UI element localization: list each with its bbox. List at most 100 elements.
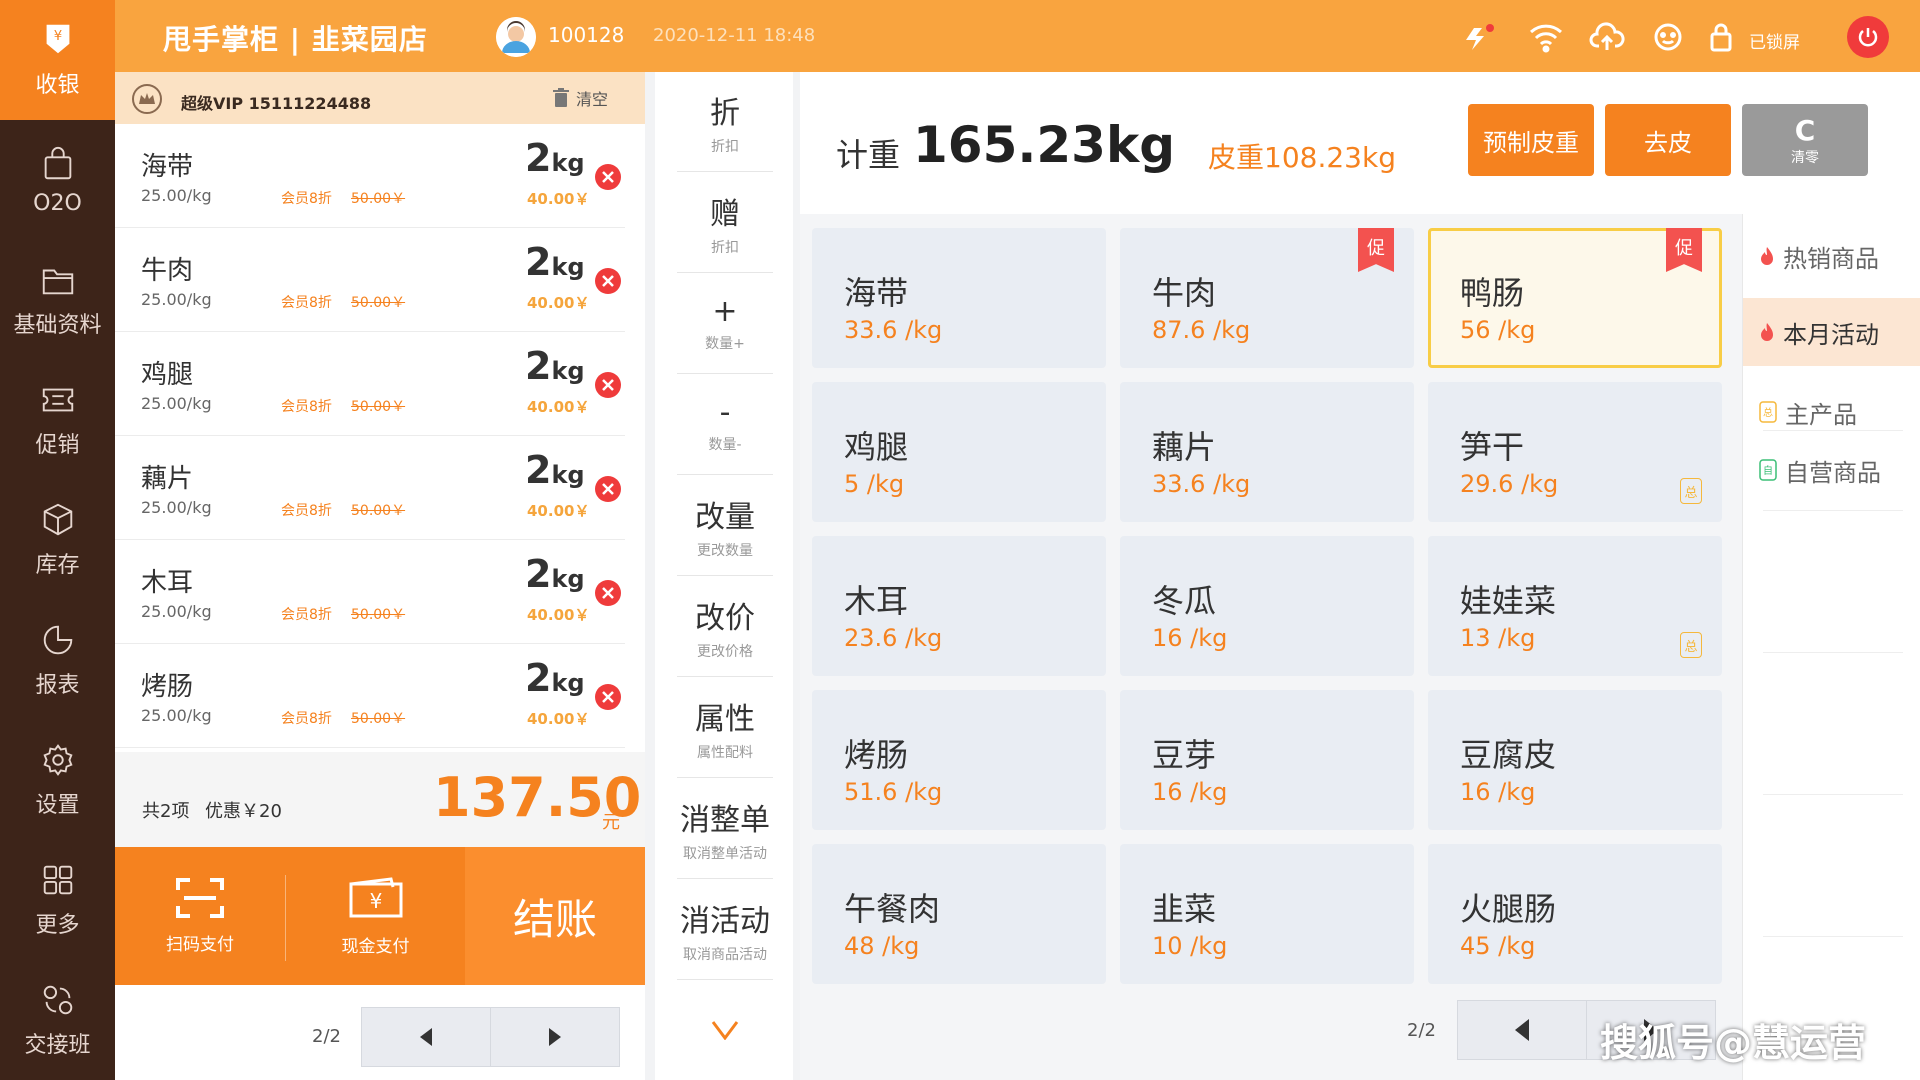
crown-icon [132,84,162,114]
product-card[interactable]: 冬瓜 16 /kg [1120,536,1414,676]
vip-info: 超级VIP 15111224488 [181,94,372,113]
remove-item-button[interactable] [595,684,621,710]
clear-button[interactable]: 清空 [552,86,608,110]
cancel-item-promo-button[interactable]: 消活动 取消商品活动 [677,880,773,980]
checkout-button[interactable]: 结账 [465,847,645,985]
divider [1763,510,1903,511]
cloud-upload-icon[interactable] [1589,20,1625,54]
product-card[interactable]: 豆芽 16 /kg [1120,690,1414,830]
order-item-name: 烤肠 [141,672,194,702]
power-icon [1858,28,1878,47]
product-card[interactable]: 牛肉 87.6 /kg 促 [1120,228,1414,368]
product-card[interactable]: 笋干 29.6 /kg 总 [1428,382,1722,522]
close-icon [602,275,614,287]
qty-minus-button[interactable]: - 数量- [677,375,773,475]
more-actions-button[interactable] [677,1000,773,1060]
svg-text:总: 总 [1763,406,1773,419]
order-next-page-button[interactable] [490,1007,620,1067]
nav-cashier[interactable]: ¥ 收银 [0,0,115,120]
product-card[interactable]: 韭菜 10 /kg [1120,844,1414,984]
zero-button[interactable]: C 清零 [1742,104,1868,176]
remove-item-button[interactable] [595,164,621,190]
order-item[interactable]: 牛肉 25.00/kg 会员8折 50.00￥ 2kg 40.00￥ [115,228,625,332]
vip-bar: 超级VIP 15111224488 清空 [115,72,645,124]
nav-reports[interactable]: 报表 [0,600,115,720]
attributes-button[interactable]: 属性 属性配料 [677,678,773,778]
category-monthly-promo[interactable]: 本月活动 [1743,298,1920,366]
order-item-qty: 2kg [525,552,585,596]
order-panel: 超级VIP 15111224488 清空 海带 25.00/kg 会员8折 50… [115,72,645,1080]
order-item-total: 40.00￥ [527,190,590,208]
order-prev-page-button[interactable] [361,1007,491,1067]
product-card[interactable]: 鸡腿 5 /kg [812,382,1106,522]
order-item[interactable]: 藕片 25.00/kg 会员8折 50.00￥ 2kg 40.00￥ [115,436,625,540]
trash-icon [553,88,569,107]
nav-promotion[interactable]: 促销 [0,360,115,480]
nav-handover[interactable]: 交接班 [0,960,115,1080]
power-button[interactable] [1847,16,1889,58]
category-hot-sales[interactable]: 热销商品 [1743,222,1920,290]
action-column: 折 折扣 赠 折扣 + 数量+ - 数量- 改量 更改数量 改价 更改价格 属性… [655,72,793,1080]
avatar[interactable] [496,17,536,57]
order-item-discount: 会员8折 [281,191,332,207]
nav-more[interactable]: 更多 [0,840,115,960]
chat-icon[interactable] [1650,20,1686,54]
order-item-old-price: 50.00￥ [351,191,406,207]
grid-prev-page-button[interactable] [1457,1000,1587,1060]
sync-icon[interactable] [1460,20,1496,54]
remove-item-button[interactable] [595,476,621,502]
product-card[interactable]: 海带 33.6 /kg [812,228,1106,368]
order-item[interactable]: 海带 25.00/kg 会员8折 50.00￥ 2kg 40.00￥ [115,124,625,228]
product-card[interactable]: 木耳 23.6 /kg [812,536,1106,676]
qty-plus-button[interactable]: + 数量+ [677,274,773,374]
nav-basic-data[interactable]: 基础资料 [0,240,115,360]
tare-weight: 皮重108.23kg [1208,141,1396,174]
order-item-total: 40.00￥ [527,398,590,416]
product-card[interactable]: 火腿肠 45 /kg [1428,844,1722,984]
remove-item-button[interactable] [595,268,621,294]
datetime: 2020-12-11 18:48 [653,25,816,46]
clear-label: 清空 [576,90,609,109]
order-item-old-price: 50.00￥ [351,399,406,415]
nav-inventory[interactable]: 库存 [0,480,115,600]
nav-o2o[interactable]: O2O [0,120,115,240]
product-card[interactable]: 娃娃菜 13 /kg 总 [1428,536,1722,676]
flame-icon [1761,323,1773,341]
order-item[interactable]: 木耳 25.00/kg 会员8折 50.00￥ 2kg 40.00￥ [115,540,625,644]
order-item-unit-price: 25.00/kg [141,290,212,309]
lock-status[interactable]: 已锁屏 [1749,28,1800,53]
change-price-button[interactable]: 改价 更改价格 [677,577,773,677]
order-item[interactable]: 烤肠 25.00/kg 会员8折 50.00￥ 2kg 40.00￥ [115,644,625,748]
gift-action-button[interactable]: 赠 折扣 [677,173,773,273]
order-item-total: 40.00￥ [527,606,590,624]
remove-item-button[interactable] [595,580,621,606]
product-card[interactable]: 烤肠 51.6 /kg [812,690,1106,830]
triangle-left-icon [1515,1019,1529,1041]
order-item-old-price: 50.00￥ [351,711,406,727]
scan-pay-button[interactable]: 扫码支付 [115,847,285,985]
change-qty-button[interactable]: 改量 更改数量 [677,476,773,576]
bag-icon [44,146,71,179]
preset-tare-button[interactable]: 预制皮重 [1468,104,1594,176]
order-item-discount: 会员8折 [281,607,332,623]
order-total-unit: 元 [602,812,620,833]
product-card[interactable]: 午餐肉 48 /kg [812,844,1106,984]
chevron-down-icon [711,1021,739,1040]
nav-settings[interactable]: 设置 [0,720,115,840]
cancel-order-promo-button[interactable]: 消整单 取消整单活动 [677,779,773,879]
wifi-icon[interactable] [1528,20,1564,54]
order-item[interactable]: 鸡腿 25.00/kg 会员8折 50.00￥ 2kg 40.00￥ [115,332,625,436]
lock-icon[interactable] [1707,20,1735,54]
cash-pay-button[interactable]: ¥ 现金支付 [286,847,465,985]
product-card-selected[interactable]: 鸭肠 56 /kg 促 [1428,228,1722,368]
svg-text:自: 自 [1763,464,1773,477]
ticket-icon [42,388,73,412]
category-self-operated[interactable]: 自 自营商品 [1743,436,1920,504]
product-card[interactable]: 藕片 33.6 /kg [1120,382,1414,522]
remove-tare-button[interactable]: 去皮 [1605,104,1731,176]
product-card[interactable]: 豆腐皮 16 /kg [1428,690,1722,830]
discount-action-button[interactable]: 折 折扣 [677,72,773,172]
order-item-discount: 会员8折 [281,295,332,311]
remove-item-button[interactable] [595,372,621,398]
order-item-old-price: 50.00￥ [351,503,406,519]
